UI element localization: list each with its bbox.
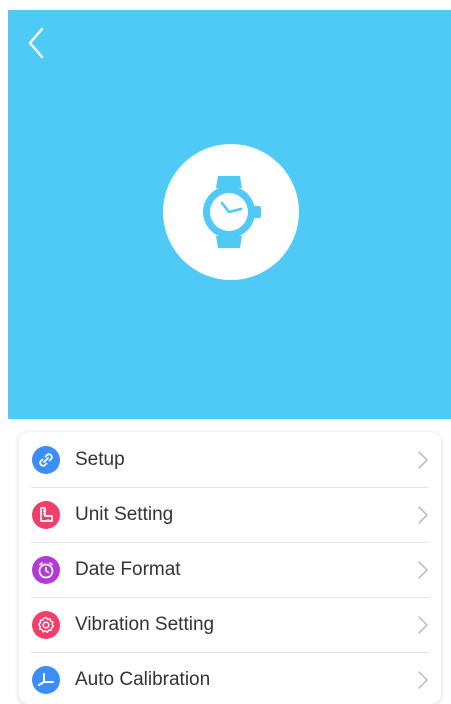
settings-menu: Setup Unit Setting Date Format Vibration… [19,432,441,704]
chevron-right-icon [418,616,428,634]
chevron-left-icon [28,27,44,59]
chevron-right-icon [418,506,428,524]
menu-item-vibration-setting[interactable]: Vibration Setting [19,598,441,652]
menu-item-label: Vibration Setting [75,614,215,635]
menu-item-date-format[interactable]: Date Format [19,543,441,597]
device-header [8,10,451,419]
ruler-icon [32,501,60,529]
menu-item-label: Auto Calibration [75,669,211,690]
menu-item-auto-calibration[interactable]: Auto Calibration [19,653,441,704]
watch-icon [203,176,261,248]
back-button[interactable] [22,26,50,60]
menu-item-label: Setup [75,449,125,470]
chevron-right-icon [418,671,428,689]
clock-icon [32,556,60,584]
chevron-right-icon [418,561,428,579]
link-icon [32,446,60,474]
gear-icon [32,611,60,639]
menu-item-label: Unit Setting [75,504,174,525]
calibration-icon [32,666,60,694]
menu-item-unit-setting[interactable]: Unit Setting [19,488,441,542]
menu-item-setup[interactable]: Setup [19,433,441,487]
device-avatar [163,144,299,280]
menu-item-label: Date Format [75,559,181,580]
chevron-right-icon [418,451,428,469]
